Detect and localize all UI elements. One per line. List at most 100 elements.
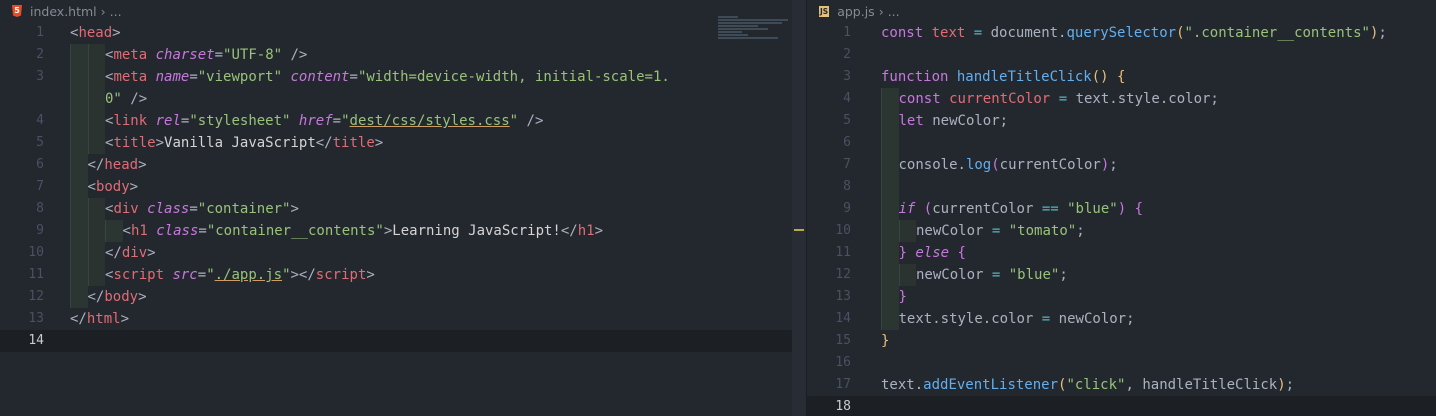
breadcrumb-file[interactable]: app.js (837, 4, 875, 19)
line-number: 3 (36, 69, 44, 84)
scrollbar[interactable] (792, 0, 806, 416)
code-line[interactable]: 14 (0, 330, 806, 352)
line-content[interactable]: <title>Vanilla JavaScript</title> (70, 132, 383, 154)
breadcrumb: 5 index.html › ... (0, 0, 806, 22)
line-content[interactable]: <body> (70, 176, 138, 198)
code-line[interactable]: 10 newColor = "tomato"; (807, 220, 1436, 242)
code-line[interactable]: 4 const currentColor = text.style.color; (807, 88, 1436, 110)
line-number: 18 (835, 399, 851, 414)
line-content[interactable]: } (881, 286, 907, 308)
line-number: 5 (36, 135, 44, 150)
editor-pane-app-js[interactable]: JS app.js › ... 1 const text = document.q… (806, 0, 1436, 416)
line-content[interactable]: </html> (70, 308, 129, 330)
scrollbar-marker (794, 229, 804, 231)
code-line[interactable]: 5 let newColor; (807, 110, 1436, 132)
code-editor[interactable]: 1 const text = document.querySelector(".c… (807, 22, 1436, 416)
breadcrumb-ellipsis[interactable]: ... (888, 4, 900, 19)
line-content[interactable]: <meta name="viewport" content="width=dev… (70, 66, 670, 88)
line-content[interactable]: <meta charset="UTF-8" /> (70, 44, 307, 66)
code-line[interactable]: 2 (807, 44, 1436, 66)
code-line[interactable]: 12 </body> (0, 286, 806, 308)
breadcrumb: JS app.js › ... (807, 0, 1436, 22)
code-line[interactable]: 12 newColor = "blue"; (807, 264, 1436, 286)
line-content[interactable]: </div> (70, 242, 156, 264)
line-content[interactable]: console.log(currentColor); (881, 154, 1118, 176)
line-number: 13 (28, 311, 44, 326)
code-line[interactable]: 7 <body> (0, 176, 806, 198)
editor-pane-index-html[interactable]: 5 index.html › ... 1 <head> 2 <meta charset… (0, 0, 806, 416)
line-content[interactable] (881, 176, 899, 198)
line-number: 8 (843, 179, 851, 194)
code-line[interactable]: 3 <meta name="viewport" content="width=de… (0, 66, 806, 88)
line-content[interactable]: } (881, 330, 889, 352)
line-number: 10 (835, 223, 851, 238)
line-content[interactable]: } else { (881, 242, 966, 264)
line-content[interactable]: const text = document.querySelector(".co… (881, 22, 1387, 44)
code-line[interactable]: 15} (807, 330, 1436, 352)
code-line[interactable]: 3 function handleTitleClick() { (807, 66, 1436, 88)
line-content[interactable]: <h1 class="container__contents">Learning… (70, 220, 603, 242)
js-file-icon: JS (819, 5, 830, 17)
line-content[interactable]: <head> (70, 22, 121, 44)
line-number: 4 (843, 91, 851, 106)
breadcrumb-ellipsis[interactable]: ... (110, 4, 122, 19)
line-content[interactable]: newColor = "blue"; (881, 264, 1068, 286)
chevron-right-icon: › (878, 3, 884, 19)
line-content[interactable]: <link rel="stylesheet" href="dest/css/st… (70, 110, 543, 132)
line-number: 8 (36, 201, 44, 216)
line-number: 6 (843, 135, 851, 150)
code-editor[interactable]: 1 <head> 2 <meta charset="UTF-8" /> 3 <meta n… (0, 22, 806, 352)
line-number: 15 (835, 333, 851, 348)
code-line[interactable]: 1 const text = document.querySelector(".c… (807, 22, 1436, 44)
line-number: 12 (835, 267, 851, 282)
line-content[interactable]: function handleTitleClick() { (881, 66, 1125, 88)
code-line[interactable]: 13} (807, 286, 1436, 308)
code-line[interactable]: 10 </div> (0, 242, 806, 264)
code-line[interactable]: 9 <h1 class="container__contents">Learnin… (0, 220, 806, 242)
code-line[interactable]: 18 (807, 396, 1436, 416)
line-content[interactable]: </body> (70, 286, 147, 308)
code-line[interactable]: 6 </head> (0, 154, 806, 176)
code-line[interactable]: 11 <script src="./app.js"></script> (0, 264, 806, 286)
code-line[interactable]: 7 console.log(currentColor); (807, 154, 1436, 176)
line-number: 2 (843, 47, 851, 62)
line-number: 9 (843, 201, 851, 216)
line-number: 16 (835, 355, 851, 370)
line-number: 11 (835, 245, 851, 260)
code-line[interactable]: 14 text.style.color = newColor; (807, 308, 1436, 330)
line-number: 12 (28, 289, 44, 304)
code-line[interactable]: 11 } else { (807, 242, 1436, 264)
code-line[interactable]: 0" /> (0, 88, 806, 110)
code-line[interactable]: 16 (807, 352, 1436, 374)
code-line[interactable]: 17 text.addEventListener("click", handleT… (807, 374, 1436, 396)
line-content[interactable]: </head> (70, 154, 147, 176)
line-content[interactable] (881, 132, 899, 154)
code-line[interactable]: 6 (807, 132, 1436, 154)
line-number: 7 (36, 179, 44, 194)
code-line[interactable]: 9 if (currentColor == "blue") { (807, 198, 1436, 220)
code-line[interactable]: 2 <meta charset="UTF-8" /> (0, 44, 806, 66)
html5-icon: 5 (12, 5, 22, 17)
code-line[interactable]: 8 <div class="container"> (0, 198, 806, 220)
line-number: 2 (36, 47, 44, 62)
line-content[interactable]: <script src="./app.js"></script> (70, 264, 375, 286)
code-line[interactable]: 4 <link rel="stylesheet" href="dest/css/s… (0, 110, 806, 132)
line-number: 1 (36, 25, 44, 40)
code-line[interactable]: 8 (807, 176, 1436, 198)
line-content[interactable]: let newColor; (881, 110, 1008, 132)
line-content[interactable]: 0" /> (70, 88, 147, 110)
chevron-right-icon: › (100, 3, 106, 19)
code-line[interactable]: 5 <title>Vanilla JavaScript</title> (0, 132, 806, 154)
line-number: 13 (835, 289, 851, 304)
line-content[interactable]: text.style.color = newColor; (881, 308, 1135, 330)
line-content[interactable]: newColor = "tomato"; (881, 220, 1085, 242)
code-line[interactable]: 13 </html> (0, 308, 806, 330)
line-number: 4 (36, 113, 44, 128)
code-line[interactable]: 1 <head> (0, 22, 806, 44)
line-content[interactable]: <div class="container"> (70, 198, 299, 220)
minimap[interactable] (718, 16, 792, 52)
line-content[interactable]: text.addEventListener("click", handleTit… (881, 374, 1294, 396)
breadcrumb-file[interactable]: index.html (30, 4, 97, 19)
line-content[interactable]: const currentColor = text.style.color; (881, 88, 1219, 110)
line-content[interactable]: if (currentColor == "blue") { (881, 198, 1143, 220)
